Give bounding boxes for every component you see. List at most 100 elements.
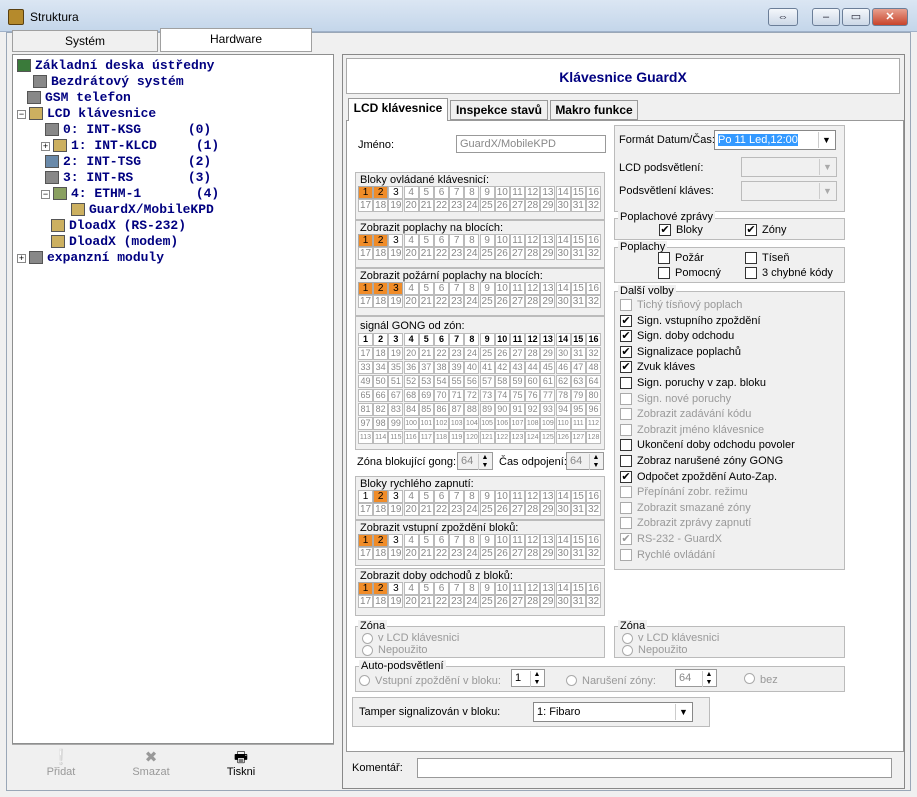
- gong-zone-cell[interactable]: 94: [555, 403, 571, 416]
- block-cell[interactable]: 29: [540, 199, 556, 212]
- block-cell[interactable]: 21: [418, 595, 434, 608]
- gong-zone-cell[interactable]: 54: [434, 375, 449, 388]
- block-cell[interactable]: 30: [555, 295, 571, 308]
- block-cell[interactable]: 6: [434, 534, 449, 547]
- zone-right-unused-radio[interactable]: [622, 645, 633, 656]
- block-cell[interactable]: 16: [586, 490, 601, 503]
- gong-zone-cell[interactable]: 123: [510, 431, 525, 444]
- gong-zone-cell[interactable]: 41: [479, 361, 495, 374]
- block-cell[interactable]: 23: [449, 247, 465, 260]
- gong-zone-cell[interactable]: 13: [540, 333, 556, 346]
- gong-zone-cell[interactable]: 2: [373, 333, 389, 346]
- block-cell[interactable]: 19: [388, 199, 404, 212]
- tree-item[interactable]: GuardX/MobileKPD: [89, 202, 214, 218]
- block-cell[interactable]: 25: [479, 547, 495, 560]
- block-cell[interactable]: 1: [358, 282, 373, 295]
- block-cell[interactable]: 18: [373, 199, 389, 212]
- print-button[interactable]: 🖶 Tiskni: [196, 745, 286, 785]
- block-cell[interactable]: 5: [418, 282, 434, 295]
- gong-zone-cell[interactable]: 21: [418, 347, 434, 360]
- block-cell[interactable]: 5: [418, 582, 434, 595]
- block-cell[interactable]: 8: [464, 534, 480, 547]
- zone-violation-spin[interactable]: 64 ▲ ▼: [675, 669, 717, 687]
- gong-zone-cell[interactable]: 57: [479, 375, 495, 388]
- gong-zone-cell[interactable]: 91: [510, 403, 525, 416]
- gong-zone-cell[interactable]: 55: [449, 375, 465, 388]
- block-cell[interactable]: 21: [418, 547, 434, 560]
- option-checkbox[interactable]: ✔: [745, 224, 757, 236]
- gong-zone-cell[interactable]: 63: [570, 375, 586, 388]
- gong-zone-cell[interactable]: 103: [449, 417, 465, 430]
- zone-right-lcd-radio[interactable]: [622, 633, 633, 644]
- release-time-spin[interactable]: 64 ▲ ▼: [566, 452, 604, 470]
- gong-zone-cell[interactable]: 49: [358, 375, 373, 388]
- block-cell[interactable]: 17: [358, 295, 373, 308]
- block-cell[interactable]: 19: [388, 595, 404, 608]
- gong-zone-cell[interactable]: 39: [449, 361, 465, 374]
- block-cell[interactable]: 10: [494, 282, 510, 295]
- gong-zone-cell[interactable]: 73: [479, 389, 495, 402]
- block-cell[interactable]: 7: [449, 534, 465, 547]
- block-cell[interactable]: 22: [434, 503, 449, 516]
- block-cell[interactable]: 6: [434, 234, 449, 247]
- block-cell[interactable]: 17: [358, 199, 373, 212]
- option-checkbox[interactable]: [620, 501, 632, 514]
- gong-zone-cell[interactable]: 3: [388, 333, 404, 346]
- block-cell[interactable]: 12: [525, 234, 541, 247]
- gong-zone-cell[interactable]: 97: [358, 417, 373, 430]
- tab-lcd-keypad[interactable]: LCD klávesnice: [348, 98, 448, 121]
- block-cell[interactable]: 13: [540, 234, 556, 247]
- block-cell[interactable]: 30: [555, 247, 571, 260]
- block-cell[interactable]: 18: [373, 547, 389, 560]
- option-checkbox[interactable]: ✔: [620, 470, 632, 483]
- gong-zone-cell[interactable]: 40: [464, 361, 480, 374]
- option-checkbox[interactable]: [620, 455, 632, 467]
- gong-zone-cell[interactable]: 31: [570, 347, 586, 360]
- block-cell[interactable]: 17: [358, 547, 373, 560]
- gong-zone-cell[interactable]: 37: [418, 361, 434, 374]
- block-cell[interactable]: 14: [555, 186, 571, 199]
- key-backlight-dropdown[interactable]: ▼: [741, 181, 837, 201]
- block-cell[interactable]: 14: [555, 582, 571, 595]
- block-cell[interactable]: 8: [464, 582, 480, 595]
- block-cell[interactable]: 19: [388, 547, 404, 560]
- gong-zone-cell[interactable]: 50: [373, 375, 389, 388]
- block-cell[interactable]: 26: [494, 247, 510, 260]
- block-cell[interactable]: 26: [494, 295, 510, 308]
- block-cell[interactable]: 27: [510, 547, 525, 560]
- block-cell[interactable]: 14: [555, 234, 571, 247]
- gong-zone-cell[interactable]: 88: [464, 403, 480, 416]
- gong-zone-cell[interactable]: 84: [403, 403, 419, 416]
- gong-zone-cell[interactable]: 11: [510, 333, 525, 346]
- gong-zone-cell[interactable]: 117: [418, 431, 434, 444]
- block-cell[interactable]: 9: [479, 234, 495, 247]
- option-checkbox[interactable]: [658, 252, 670, 264]
- block-cell[interactable]: 24: [464, 547, 480, 560]
- gong-zone-cell[interactable]: 106: [494, 417, 510, 430]
- gong-zone-cell[interactable]: 122: [494, 431, 510, 444]
- gong-block-spin[interactable]: 64 ▲ ▼: [457, 452, 493, 470]
- gong-zone-cell[interactable]: 42: [494, 361, 510, 374]
- gong-zone-cell[interactable]: 28: [525, 347, 541, 360]
- gong-zone-cell[interactable]: 52: [403, 375, 419, 388]
- gong-zone-cell[interactable]: 74: [494, 389, 510, 402]
- gong-zone-cell[interactable]: 19: [388, 347, 404, 360]
- option-checkbox[interactable]: [745, 267, 757, 279]
- block-cell[interactable]: 1: [358, 186, 373, 199]
- tree-item[interactable]: 1: INT-KLCD (1): [71, 138, 219, 154]
- gong-zone-cell[interactable]: 77: [540, 389, 556, 402]
- gong-zone-cell[interactable]: 70: [434, 389, 449, 402]
- tab-state-inspection[interactable]: Inspekce stavů: [450, 100, 548, 120]
- tab-hardware[interactable]: Hardware: [160, 28, 312, 52]
- gong-zone-cell[interactable]: 26: [494, 347, 510, 360]
- gong-zone-cell[interactable]: 112: [586, 417, 601, 430]
- gong-zone-cell[interactable]: 17: [358, 347, 373, 360]
- block-cell[interactable]: 25: [479, 199, 495, 212]
- block-cell[interactable]: 16: [586, 186, 601, 199]
- block-cell[interactable]: 23: [449, 595, 465, 608]
- block-cell[interactable]: 1: [358, 490, 373, 503]
- block-cell[interactable]: 31: [570, 247, 586, 260]
- block-cell[interactable]: 24: [464, 595, 480, 608]
- gong-zone-cell[interactable]: 120: [464, 431, 480, 444]
- gong-zone-cell[interactable]: 105: [479, 417, 495, 430]
